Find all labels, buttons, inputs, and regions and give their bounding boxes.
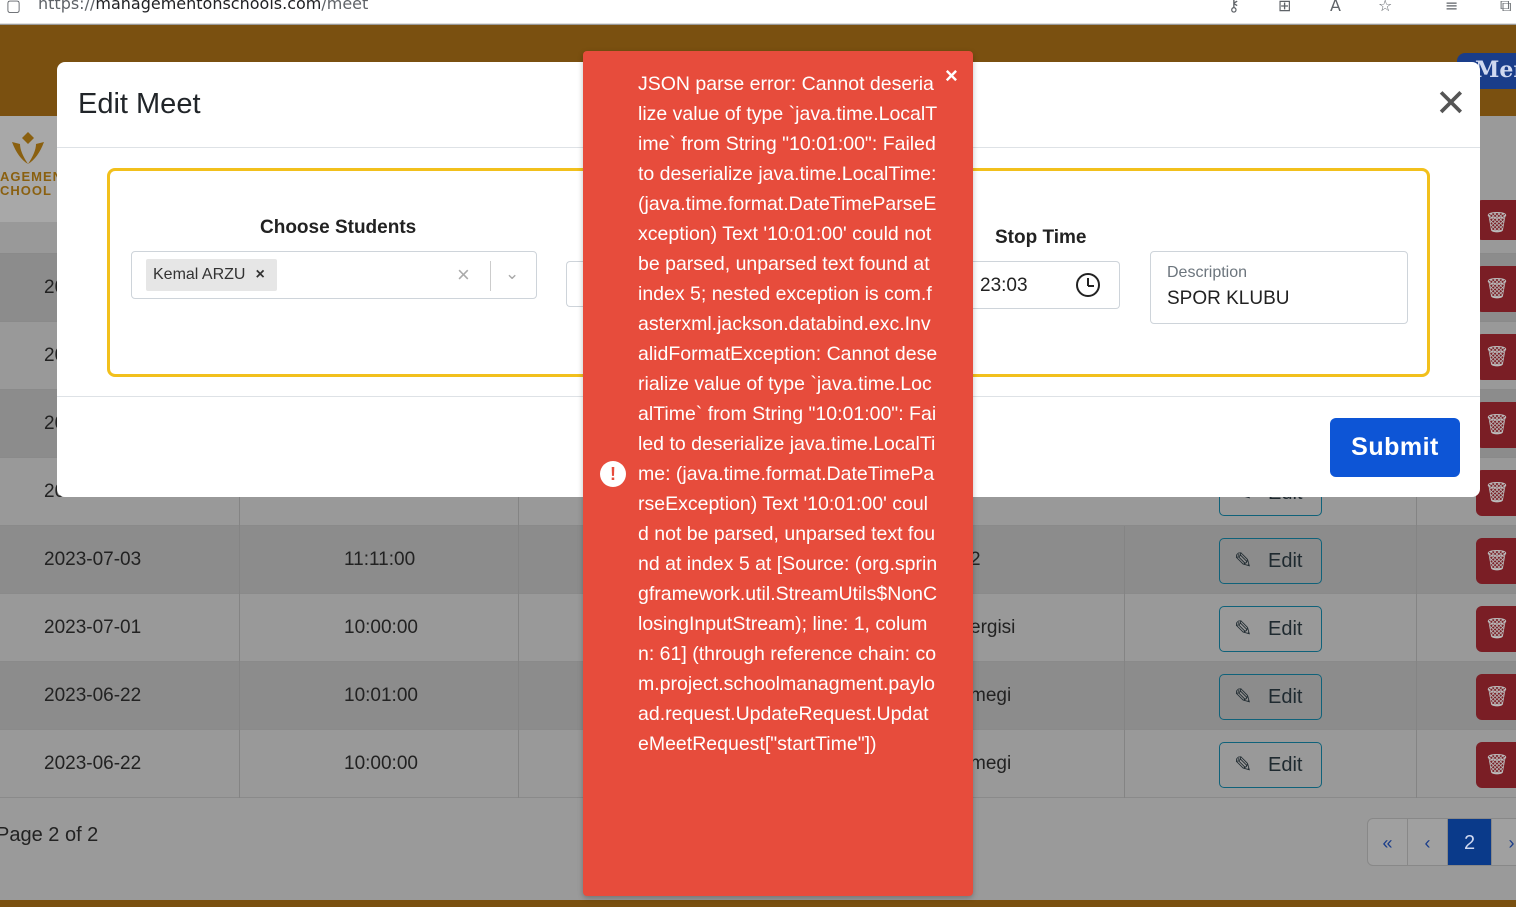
favorite-star-icon[interactable]: ☆ [1378,0,1392,15]
trash-icon: 🗑 [1484,686,1510,708]
pencil-icon: ✎ [1234,684,1253,709]
description-cell: megi [960,662,1125,730]
student-chip-label: Kemal ARZU [153,266,246,283]
delete-button[interactable]: 🗑 [1476,606,1516,652]
edit-cell: ✎ Edit [1125,730,1417,798]
start-time-cell: 10:00:00 [240,594,519,662]
url-path: /meet [321,0,369,13]
modal-title: Edit Meet [78,88,201,120]
page-info-icon[interactable]: ▢ [6,0,21,15]
error-message: JSON parse error: Cannot deserialize val… [638,73,938,755]
url-field[interactable]: https://managementonschools.com/meet [38,0,368,13]
chevron-down-icon[interactable]: ⌄ [505,264,519,284]
pencil-icon: ✎ [1234,548,1253,573]
pagination: « ‹ 2 › [1367,818,1516,866]
toast-close-icon[interactable]: × [945,63,958,89]
edit-button[interactable]: ✎ Edit [1219,742,1322,788]
description-value: SPOR KLUBU [1167,288,1290,309]
date-cell: 2023-06-22 [0,662,240,730]
edit-label: Edit [1268,686,1303,708]
trash-icon: 🗑 [1484,414,1510,436]
current-page-button[interactable]: 2 [1448,819,1492,865]
delete-button[interactable]: 🗑 [1476,402,1516,448]
pencil-icon: ✎ [1234,616,1253,641]
favorites-list-icon[interactable]: ≡ [1445,0,1458,15]
stop-time-label: Stop Time [995,227,1087,248]
close-icon[interactable]: ✕ [1435,84,1467,124]
date-cell: 2023-07-03 [0,526,240,594]
trash-icon: 🗑 [1484,346,1510,368]
delete-button[interactable]: 🗑 [1476,470,1516,516]
description-cell: ergisi [960,594,1125,662]
delete-button[interactable]: 🗑 [1476,200,1516,240]
delete-button[interactable]: 🗑 [1476,334,1516,380]
description-field[interactable]: Description SPOR KLUBU [1150,251,1408,324]
edit-label: Edit [1268,618,1303,640]
next-page-button[interactable]: › [1492,819,1516,865]
student-chip: Kemal ARZU × [146,259,277,291]
read-aloud-icon[interactable]: A [1330,0,1341,15]
description-label: Description [1167,264,1248,281]
stop-time-input[interactable]: 23:03 [970,261,1120,309]
edit-button[interactable]: ✎ Edit [1219,538,1322,584]
edit-label: Edit [1268,754,1303,776]
footer-strip [0,900,1516,907]
description-cell: megi [960,730,1125,798]
logo-text-line2: CHOOL [0,183,52,198]
first-page-button[interactable]: « [1368,819,1408,865]
submit-button[interactable]: Submit [1330,418,1460,477]
stop-time-value: 23:03 [980,275,1028,296]
start-time-cell: 10:00:00 [240,730,519,798]
description-cell: 2 [960,526,1125,594]
clear-icon[interactable]: × [457,262,470,288]
prev-page-button[interactable]: ‹ [1408,819,1448,865]
pencil-icon: ✎ [1234,752,1253,777]
browser-address-bar: ▢ https://managementonschools.com/meet ⚷… [0,0,1516,24]
error-toast: × ! JSON parse error: Cannot deserialize… [583,51,973,896]
edit-button[interactable]: ✎ Edit [1219,674,1322,720]
clock-icon[interactable] [1076,273,1100,297]
logo-text: AGEMEN CHOOL [0,170,63,198]
school-logo-icon[interactable] [8,128,48,168]
logo-text-line1: AGEMEN [0,169,64,184]
trash-icon: 🗑 [1484,618,1510,640]
delete-button[interactable]: 🗑 [1476,266,1516,312]
trash-icon: 🗑 [1484,550,1510,572]
edit-cell: ✎ Edit [1125,594,1417,662]
edit-button[interactable]: ✎ Edit [1219,606,1322,652]
trash-icon: 🗑 [1484,278,1510,300]
delete-button[interactable]: 🗑 [1476,538,1516,584]
date-cell: 2023-07-01 [0,594,240,662]
apps-icon[interactable]: ⊞ [1278,0,1291,15]
start-time-cell: 11:11:00 [240,526,519,594]
delete-button[interactable]: 🗑 [1476,742,1516,788]
choose-students-label: Choose Students [260,217,417,238]
trash-icon: 🗑 [1484,482,1510,504]
edit-cell: ✎ Edit [1125,526,1417,594]
edit-label: Edit [1268,550,1303,572]
select-separator [490,261,491,291]
chip-remove-icon[interactable]: × [255,266,264,283]
date-cell: 2023-06-22 [0,730,240,798]
delete-button[interactable]: 🗑 [1476,674,1516,720]
key-icon[interactable]: ⚷ [1228,0,1240,15]
start-time-cell: 10:01:00 [240,662,519,730]
pagination-info: Page 2 of 2 [0,824,99,846]
trash-icon: 🗑 [1484,754,1510,776]
url-host: managementonschools.com [95,0,322,13]
edit-cell: ✎ Edit [1125,662,1417,730]
collections-icon[interactable]: ⧉ [1500,0,1511,16]
trash-icon: 🗑 [1484,212,1510,234]
menu-label: Men [1475,57,1516,83]
url-prefix: https:// [38,0,96,13]
error-icon: ! [600,461,626,487]
students-select[interactable]: Kemal ARZU × × ⌄ [131,251,537,299]
